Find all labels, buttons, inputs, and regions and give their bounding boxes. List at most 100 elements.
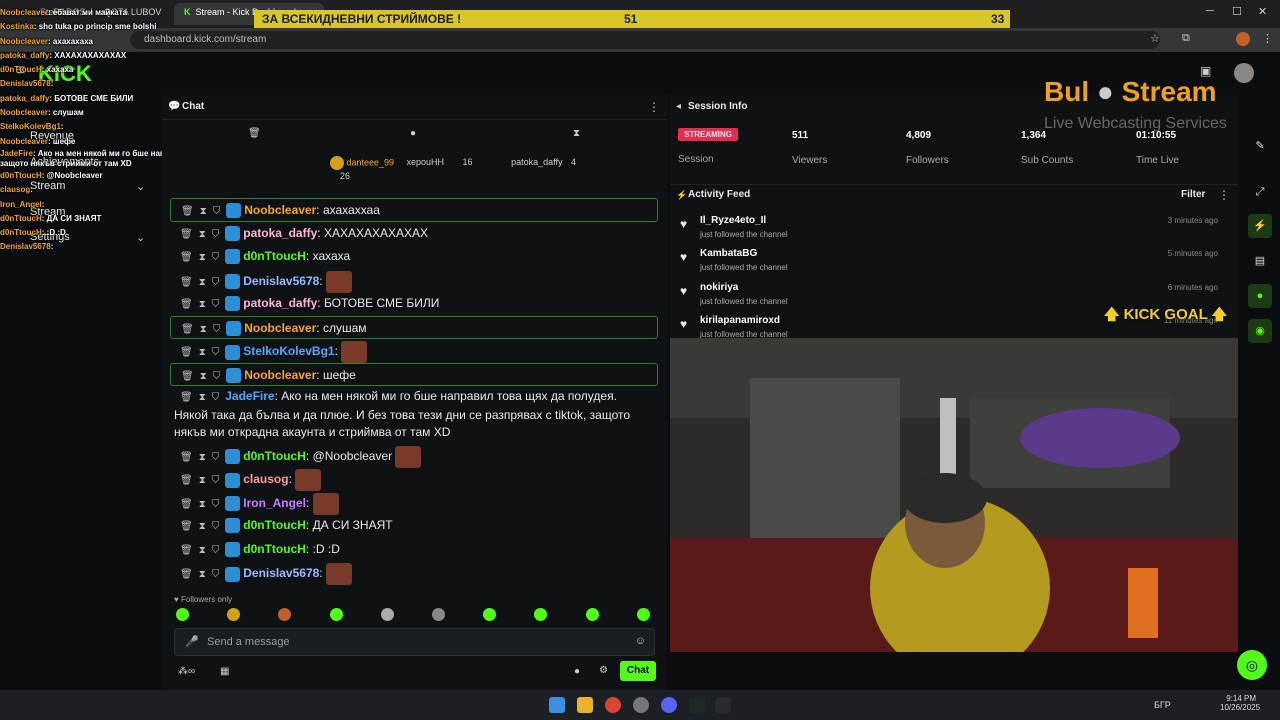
trash-icon[interactable]: 🗑	[181, 367, 194, 386]
shield-icon[interactable]: ⛉	[212, 448, 220, 467]
message-icon[interactable]: ●	[410, 128, 416, 139]
discord-icon[interactable]	[661, 697, 677, 713]
expand-icon[interactable]: ⤢	[1248, 180, 1272, 204]
shield-icon[interactable]: ⛉	[212, 273, 220, 292]
chat-message[interactable]: 🗑 ⧗ ⛉ patoka_daffy: ХАХАХАХАХАХАХ	[170, 222, 658, 246]
shield-icon[interactable]: ⛉	[212, 471, 220, 490]
emote-icon[interactable]	[483, 608, 497, 621]
document-icon[interactable]: ▤	[1248, 249, 1272, 273]
obs-icon[interactable]	[633, 697, 649, 713]
hourglass-icon[interactable]: ⧗	[199, 448, 206, 467]
emoji-icon[interactable]: ☺	[635, 635, 646, 647]
chat-username[interactable]: d0nTtoucH	[243, 518, 306, 532]
trash-icon[interactable]: 🗑	[181, 320, 194, 339]
hourglass-icon[interactable]: ⧗	[200, 202, 207, 221]
chat-username[interactable]: Noobcleaver	[244, 321, 316, 335]
chat-username[interactable]: d0nTtoucH	[243, 249, 306, 263]
hourglass-icon[interactable]: ⧗	[199, 248, 206, 267]
chat-username[interactable]: d0nTtoucH	[243, 542, 306, 556]
bookmark-star-icon[interactable]: ☆	[1150, 32, 1160, 45]
chat-message[interactable]: 🗑 ⧗ ⛉ d0nTtoucH: @Noobcleaver	[170, 444, 658, 468]
trash-icon[interactable]: 🗑	[180, 541, 193, 560]
emote-icon[interactable]	[380, 608, 394, 621]
trash-icon[interactable]: 🗑	[180, 471, 193, 490]
chat-message-long[interactable]: 🗑 ⧗ ⛉ JadeFire: Ако на мен някой ми го бше …	[170, 386, 658, 444]
shield-icon[interactable]: ⛉	[212, 295, 220, 314]
microphone-icon[interactable]: 🎤	[185, 635, 199, 648]
edit-icon[interactable]: ✎	[1248, 134, 1272, 158]
trash-icon[interactable]: 🗑	[180, 343, 193, 362]
profile-avatar[interactable]	[1236, 32, 1250, 46]
shield-icon[interactable]: ⛉	[212, 225, 220, 244]
chat-message[interactable]: 🗑 ⧗ ⛉ Denislav5678:	[170, 269, 658, 293]
chat-message[interactable]: 🗑 ⧗ ⛉ Iron_Angel:	[170, 491, 658, 515]
chat-username[interactable]: Denislav5678	[243, 566, 319, 580]
close-icon[interactable]: ✕	[1258, 5, 1267, 18]
user-avatar[interactable]	[1234, 63, 1254, 83]
trash-icon[interactable]: 🗑	[180, 495, 193, 514]
chat-message-input[interactable]: 🎤 Send a message ☺	[174, 628, 655, 656]
minimize-icon[interactable]: ─	[1206, 5, 1214, 17]
shield-icon[interactable]: ⛉	[212, 565, 220, 584]
chat-username[interactable]: patoka_daffy	[243, 296, 317, 310]
chat-message[interactable]: 🗑 ⧗ ⛉ Noobcleaver: шефе	[170, 362, 658, 386]
shield-icon[interactable]: ⛉	[213, 367, 221, 386]
hourglass-icon[interactable]: ⧗	[199, 541, 206, 560]
hourglass-icon[interactable]: ⧗	[199, 225, 206, 244]
emote-icon[interactable]	[176, 608, 189, 621]
hourglass-icon[interactable]: ⧗	[199, 517, 206, 536]
bolt-icon[interactable]: ⚡	[1248, 214, 1272, 238]
emote-icon[interactable]	[432, 608, 445, 621]
chat-message[interactable]: 🗑 ⧗ ⛉ Denislav5678:	[170, 561, 658, 585]
chat-message[interactable]: 🗑 ⧗ ⛉ d0nTtoucH: ДА СИ ЗНАЯТ	[170, 514, 658, 538]
filter-button[interactable]: Filter	[1181, 189, 1205, 200]
chat-settings-icon[interactable]: ⁂∞	[178, 666, 195, 677]
trash-icon[interactable]: 🗑	[180, 273, 193, 292]
chrome-icon[interactable]	[605, 697, 621, 713]
hourglass-icon[interactable]: ⧗	[573, 128, 580, 139]
chat-username[interactable]: Denislav5678	[243, 274, 319, 288]
shield-icon[interactable]: ⛉	[212, 343, 220, 362]
emote-icon[interactable]	[636, 608, 650, 621]
shield-icon[interactable]: ⛉	[212, 517, 220, 536]
trash-icon[interactable]: 🗑	[180, 248, 193, 267]
chat-message[interactable]: 🗑 ⧗ ⛉ Noobcleaver: слушам	[170, 315, 658, 339]
gear-icon[interactable]: ⚙	[599, 665, 608, 676]
shield-icon[interactable]: ⛉	[212, 248, 220, 267]
chat-username[interactable]: patoka_daffy	[243, 226, 317, 240]
chat-message[interactable]: 🗑 ⧗ ⛉ d0nTtoucH: :D :D	[170, 538, 658, 562]
shield-icon[interactable]: ⛉	[213, 202, 221, 221]
emote-icon[interactable]	[585, 608, 599, 621]
chat-menu-icon[interactable]: ⋮	[648, 100, 660, 114]
chat-message[interactable]: 🗑 ⧗ ⛉ d0nTtoucH: хахаха	[170, 245, 658, 269]
windows-start-icon[interactable]	[549, 697, 565, 713]
maximize-icon[interactable]: ☐	[1232, 5, 1242, 18]
extensions-icon[interactable]: ⧉	[1182, 32, 1190, 45]
chat-username[interactable]: SteIkoKolevBg1	[243, 344, 334, 358]
hourglass-icon[interactable]: ⧗	[200, 367, 207, 386]
trash-icon[interactable]: 🗑	[180, 565, 193, 584]
trash-icon[interactable]: 🗑	[181, 202, 194, 221]
shield-icon[interactable]: ⛉	[212, 541, 220, 560]
chat-message[interactable]: 🗑 ⧗ ⛉ clausog:	[170, 467, 658, 491]
app-icon[interactable]	[689, 697, 705, 713]
hourglass-icon[interactable]: ⧗	[199, 471, 206, 490]
chat-message[interactable]: 🗑 ⧗ ⛉ Noobcleaver: ахахаххаа	[170, 198, 658, 222]
send-chat-button[interactable]: Chat	[620, 661, 656, 681]
file-explorer-icon[interactable]	[577, 697, 593, 713]
chat-username[interactable]: Noobcleaver	[244, 368, 316, 382]
hourglass-icon[interactable]: ⧗	[199, 495, 206, 514]
trash-icon[interactable]: 🗑	[180, 295, 193, 314]
hourglass-icon[interactable]: ⧗	[199, 565, 206, 584]
broadcast-icon[interactable]: ◉	[1248, 319, 1272, 343]
hourglass-icon[interactable]: ⧗	[199, 343, 206, 362]
support-button[interactable]: ◎	[1237, 650, 1267, 680]
shield-icon[interactable]: ⛉	[213, 320, 221, 339]
shield-icon[interactable]: ⛉	[212, 495, 220, 514]
hourglass-icon[interactable]: ⧗	[199, 273, 206, 292]
terminal-icon[interactable]	[715, 697, 731, 713]
chat-username[interactable]: clausog	[243, 472, 288, 486]
hourglass-icon[interactable]: ⧗	[199, 295, 206, 314]
chat-username[interactable]: Noobcleaver	[244, 203, 316, 217]
language-indicator[interactable]: БГР	[1154, 700, 1171, 710]
